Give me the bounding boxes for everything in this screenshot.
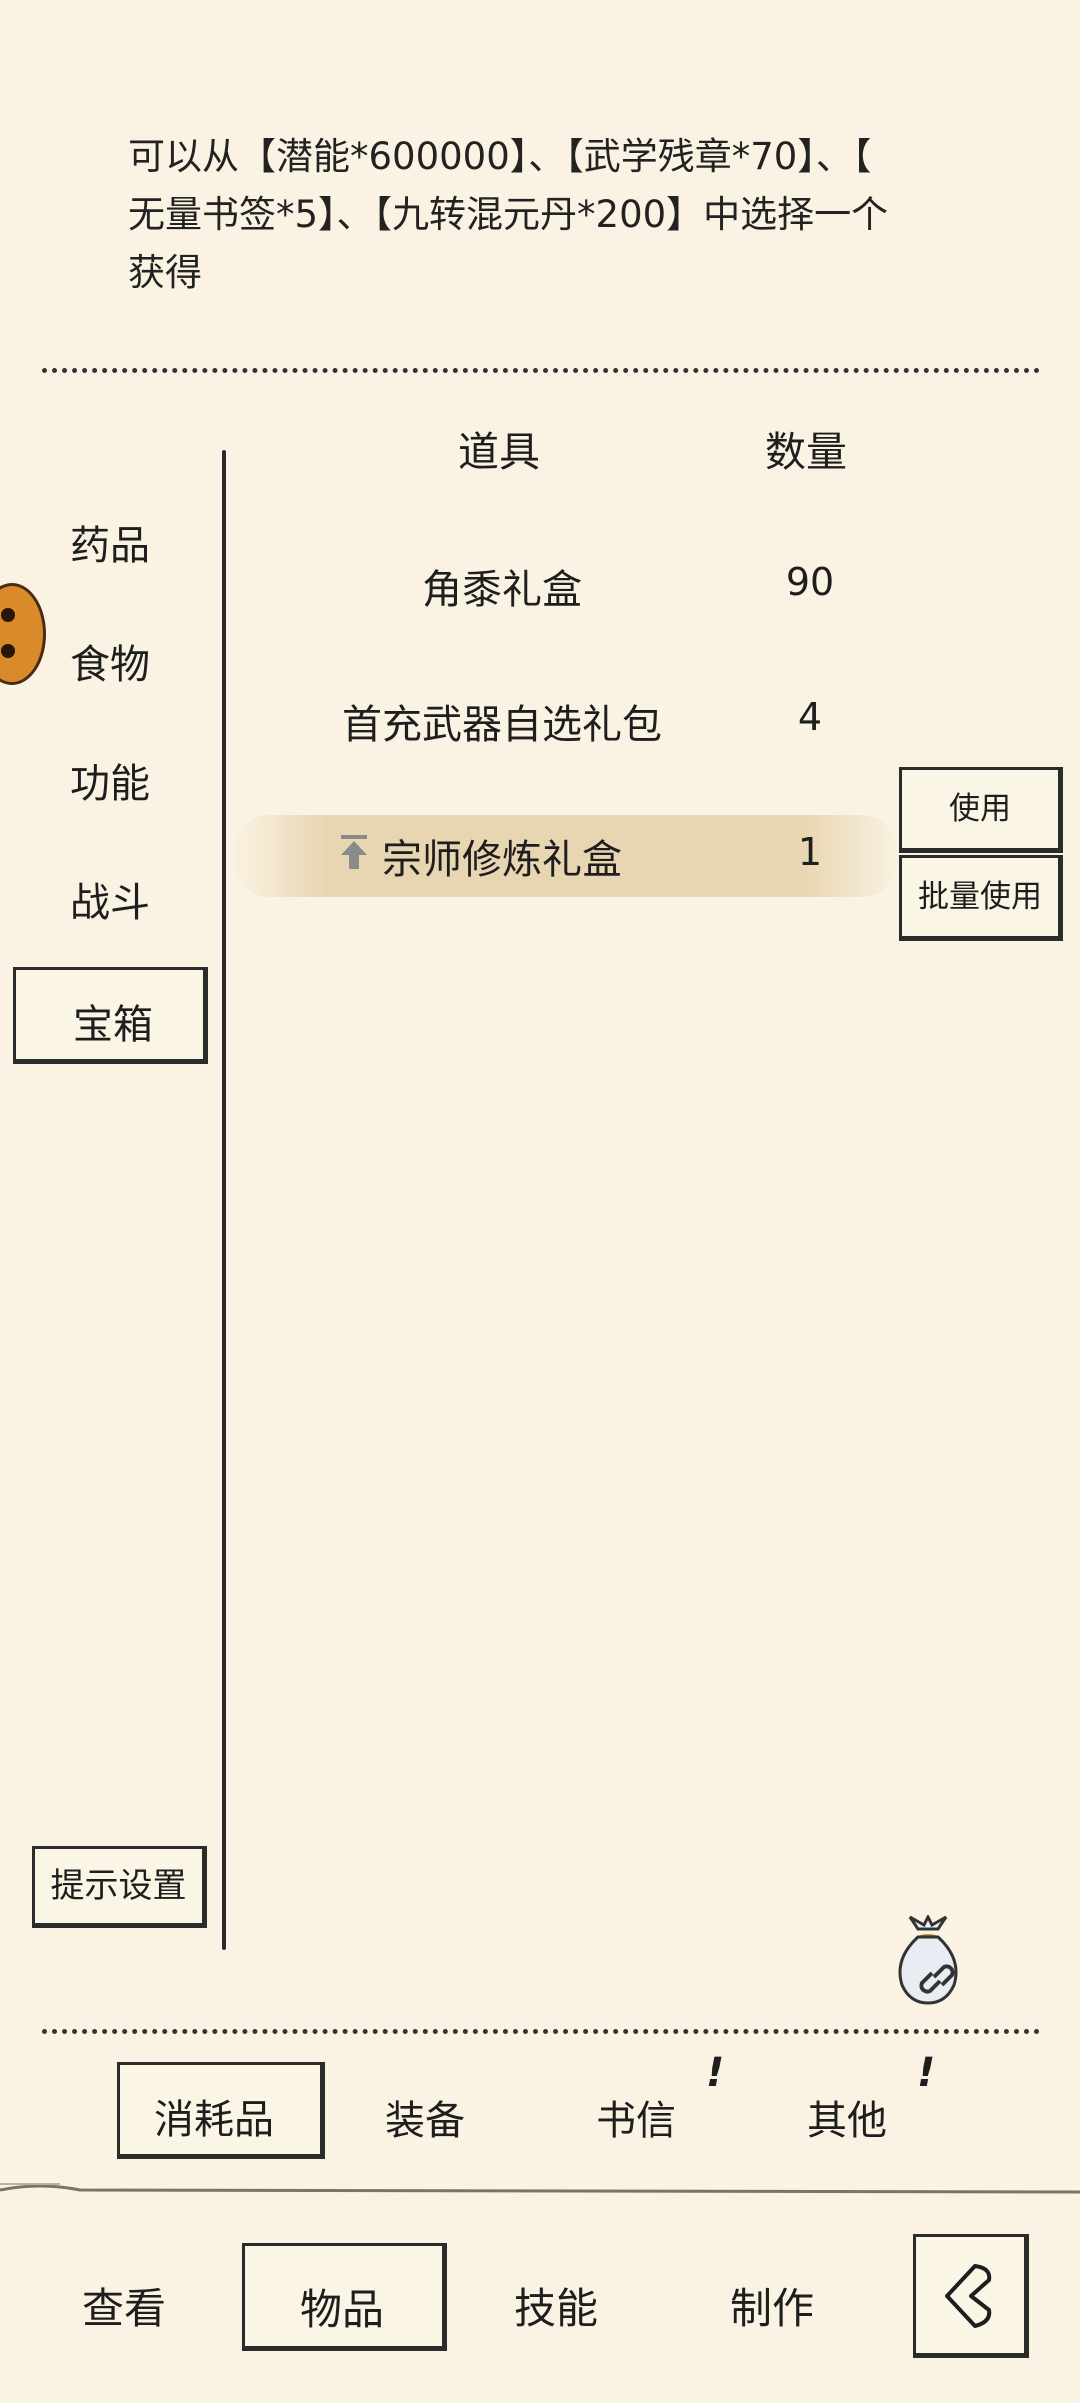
subtab-equipment[interactable]: 装备 xyxy=(385,2088,465,2146)
item-row-qty: 4 xyxy=(797,695,823,739)
item-description: 可以从【潜能*600000】、【武学残章*70】、【 无量书签*5】、【九转混元… xyxy=(128,128,968,302)
description-line: 获得 xyxy=(128,251,202,294)
subtab-label: 消耗品 xyxy=(154,2097,274,2143)
column-header-quantity: 数量 xyxy=(765,428,847,476)
avatar-icon[interactable] xyxy=(0,583,46,685)
category-treasure-chest[interactable]: 宝箱 xyxy=(13,967,208,1064)
bag-icon[interactable] xyxy=(888,1915,968,2005)
subtab-other[interactable]: 其他 xyxy=(807,2088,887,2146)
category-function[interactable]: 功能 xyxy=(70,751,150,809)
item-row-qty: 1 xyxy=(797,830,823,874)
batch-use-button[interactable]: 批量使用 xyxy=(899,855,1063,941)
category-label: 宝箱 xyxy=(73,1002,153,1048)
hint-settings-button[interactable]: 提示设置 xyxy=(32,1846,207,1928)
back-chevron-icon xyxy=(945,2264,992,2328)
subtab-consumables[interactable]: 消耗品 xyxy=(117,2062,325,2159)
category-combat[interactable]: 战斗 xyxy=(70,870,150,928)
nav-items[interactable]: 物品 xyxy=(242,2243,447,2351)
subtab-letters[interactable]: 书信 xyxy=(596,2088,676,2146)
brush-divider xyxy=(0,2183,1080,2194)
alert-mark: ! xyxy=(706,2050,725,2096)
nav-craft[interactable]: 制作 xyxy=(730,2275,814,2336)
alert-mark: ! xyxy=(917,2050,936,2096)
divider xyxy=(42,368,1040,373)
category-food[interactable]: 食物 xyxy=(70,632,150,690)
nav-view[interactable]: 查看 xyxy=(82,2275,166,2336)
item-row-name[interactable]: 角黍礼盒 xyxy=(292,557,712,615)
nav-skills[interactable]: 技能 xyxy=(514,2275,598,2336)
category-medicine[interactable]: 药品 xyxy=(70,513,150,571)
sidebar-divider xyxy=(222,450,226,1950)
description-line: 可以从【潜能*600000】、【武学残章*70】、【 xyxy=(128,135,872,178)
description-line: 无量书签*5】、【九转混元丹*200】中选择一个 xyxy=(128,193,889,236)
use-button[interactable]: 使用 xyxy=(899,767,1063,853)
nav-label: 物品 xyxy=(300,2285,385,2334)
back-button[interactable] xyxy=(913,2234,1029,2358)
item-row-qty: 90 xyxy=(785,560,835,604)
column-header-item: 道具 xyxy=(458,428,540,476)
item-row-name[interactable]: 宗师修炼礼盒 xyxy=(322,827,682,885)
divider xyxy=(42,2029,1040,2034)
item-row-name[interactable]: 首充武器自选礼包 xyxy=(292,692,712,750)
